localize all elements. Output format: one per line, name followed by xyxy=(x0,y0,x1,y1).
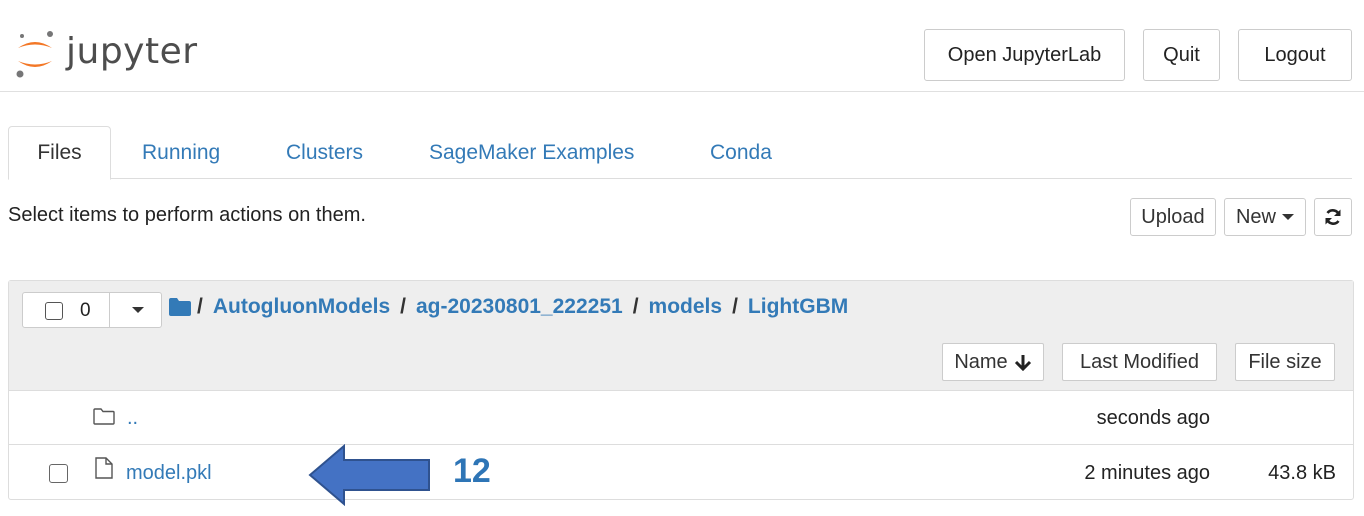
open-jupyterlab-button[interactable]: Open JupyterLab xyxy=(924,29,1125,81)
upload-button[interactable]: Upload xyxy=(1130,198,1216,236)
header-bar: jupyter Open JupyterLab Quit Logout xyxy=(0,0,1364,92)
dropdown-divider xyxy=(109,293,110,327)
breadcrumb-separator: / xyxy=(197,295,203,318)
tab-conda[interactable]: Conda xyxy=(710,126,772,179)
selection-info-text: Select items to perform actions on them. xyxy=(8,204,366,226)
caret-down-icon[interactable] xyxy=(132,307,144,313)
sort-by-file-size-button[interactable]: File size xyxy=(1235,343,1335,381)
list-item-model-pkl[interactable]: model.pkl 2 minutes ago 43.8 kB xyxy=(9,446,1353,500)
breadcrumb-item-autogluonmodels[interactable]: AutogluonModels xyxy=(213,295,390,319)
annotation-arrow-icon xyxy=(308,444,430,506)
logo-text: jupyter xyxy=(66,30,198,72)
tab-bar: Files Running Clusters SageMaker Example… xyxy=(8,126,1352,180)
last-modified: 2 minutes ago xyxy=(1084,462,1210,484)
tab-sagemaker-examples[interactable]: SageMaker Examples xyxy=(429,126,634,179)
file-list-panel: 0 / AutogluonModels / ag-20230801_222251… xyxy=(8,280,1354,500)
tab-running[interactable]: Running xyxy=(142,126,220,179)
jupyter-logo[interactable]: jupyter xyxy=(14,28,198,80)
tab-files[interactable]: Files xyxy=(8,126,111,180)
sort-by-name-button[interactable]: Name xyxy=(942,343,1044,381)
breadcrumb-item-models[interactable]: models xyxy=(649,295,723,319)
caret-down-icon xyxy=(1282,214,1294,220)
arrow-down-icon xyxy=(1014,355,1031,371)
breadcrumb-separator: / xyxy=(632,295,639,318)
last-modified: seconds ago xyxy=(1096,407,1210,429)
file-name-link[interactable]: .. xyxy=(127,407,138,430)
new-dropdown-button[interactable]: New xyxy=(1224,198,1306,236)
folder-icon[interactable] xyxy=(169,298,191,316)
row-checkbox[interactable] xyxy=(49,464,68,483)
refresh-icon xyxy=(1325,209,1341,225)
breadcrumb-item-ag-run[interactable]: ag-20230801_222251 xyxy=(416,295,623,319)
annotation-number: 12 xyxy=(453,452,491,490)
list-item-parent-folder[interactable]: .. seconds ago xyxy=(9,391,1353,445)
refresh-button[interactable] xyxy=(1314,198,1352,236)
breadcrumb-separator: / xyxy=(400,295,406,318)
selected-count: 0 xyxy=(80,300,91,321)
tab-clusters[interactable]: Clusters xyxy=(286,126,363,179)
sort-by-last-modified-button[interactable]: Last Modified xyxy=(1062,343,1217,381)
file-size: 43.8 kB xyxy=(1268,462,1336,484)
quit-button[interactable]: Quit xyxy=(1143,29,1220,81)
new-button-label: New xyxy=(1235,205,1276,228)
file-list-header: 0 / AutogluonModels / ag-20230801_222251… xyxy=(9,281,1353,391)
file-icon xyxy=(95,457,113,479)
folder-outline-icon xyxy=(93,408,115,425)
file-name-link[interactable]: model.pkl xyxy=(126,462,212,485)
logout-button[interactable]: Logout xyxy=(1238,29,1352,81)
select-all-checkbox[interactable] xyxy=(45,302,63,320)
jupyter-logo-icon xyxy=(16,31,53,78)
select-all-dropdown[interactable]: 0 xyxy=(22,292,162,328)
breadcrumb: / AutogluonModels / ag-20230801_222251 /… xyxy=(169,295,848,319)
breadcrumb-separator: / xyxy=(732,295,738,318)
breadcrumb-item-lightgbm[interactable]: LightGBM xyxy=(748,295,848,319)
sort-name-label: Name xyxy=(954,350,1008,373)
